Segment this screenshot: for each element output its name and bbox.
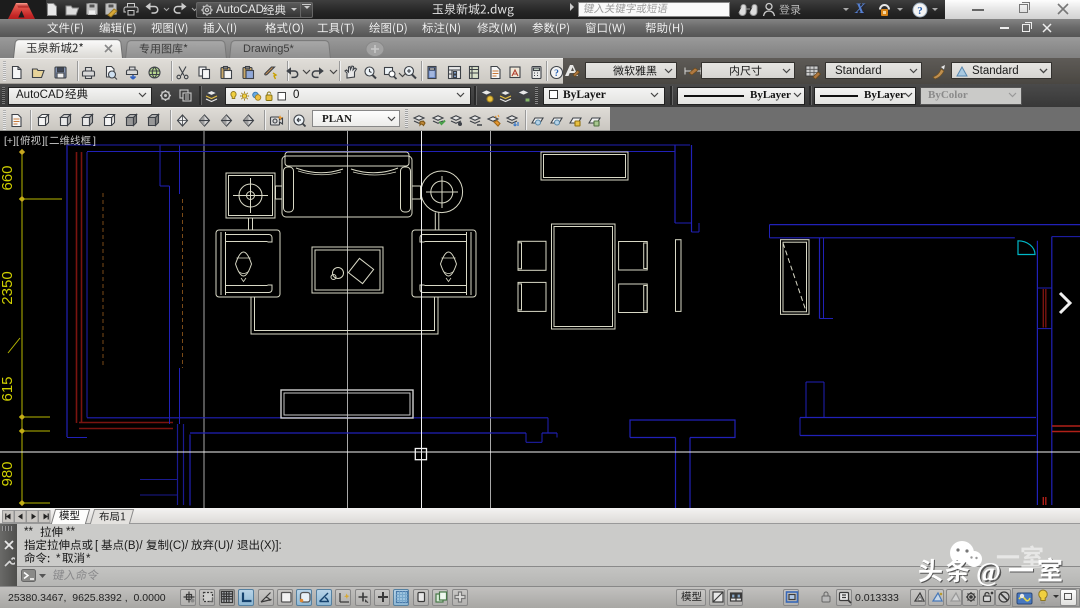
svg-text:?: ? [917, 5, 923, 17]
svg-text:2350: 2350 [0, 271, 16, 304]
svg-text:980: 980 [0, 461, 16, 486]
svg-text:?: ? [554, 69, 559, 79]
svg-text:660: 660 [0, 165, 16, 190]
svg-text:615: 615 [0, 376, 16, 401]
